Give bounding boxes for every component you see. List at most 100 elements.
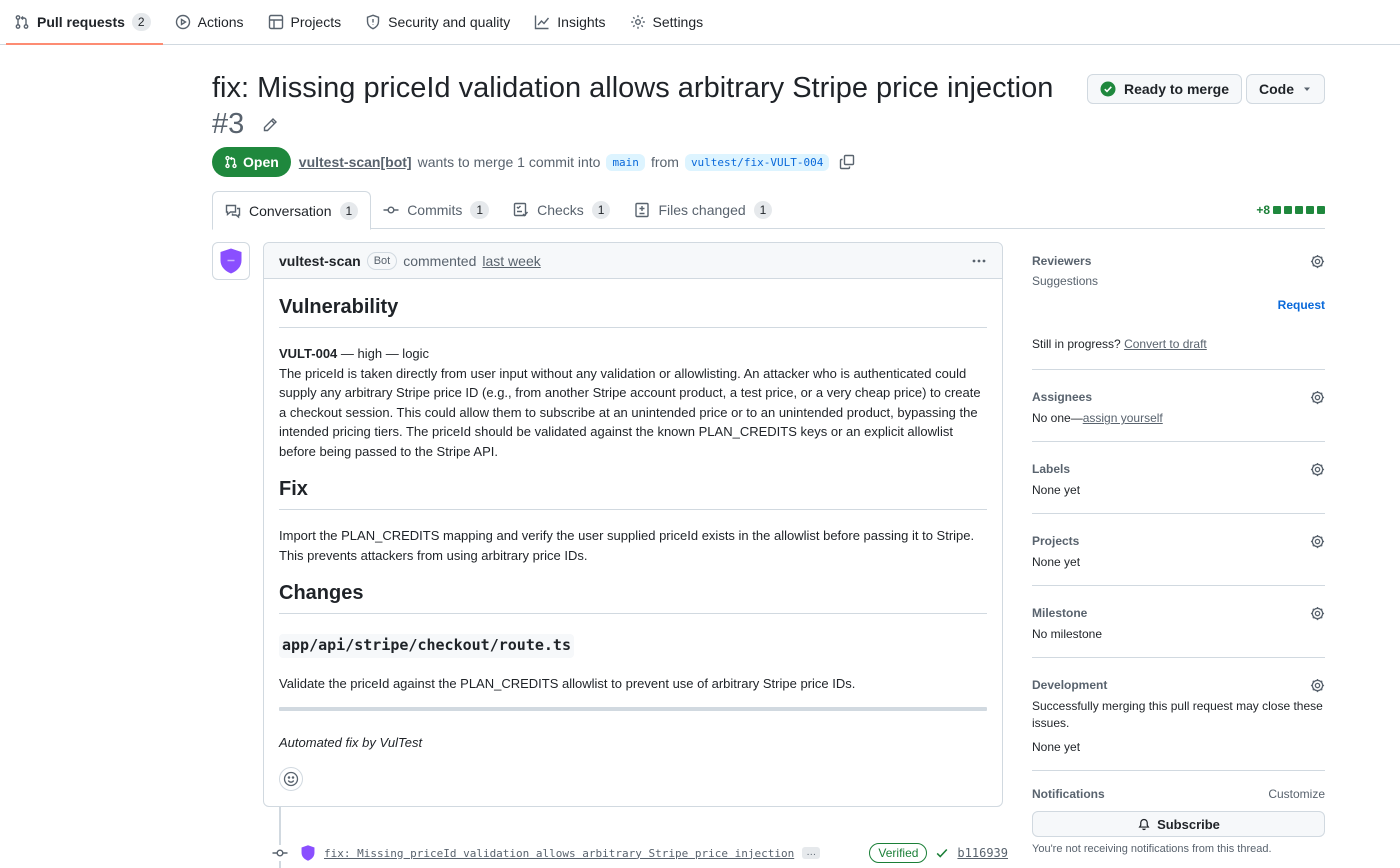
projects-value: None yet [1032, 555, 1081, 569]
gear-icon[interactable] [1310, 462, 1325, 477]
tab-conversation[interactable]: Conversation 1 [212, 191, 372, 230]
comment-author[interactable]: vultest-scan [279, 253, 361, 269]
copy-icon[interactable] [839, 154, 855, 170]
git-pull-request-icon [224, 155, 238, 169]
development-title[interactable]: Development [1032, 678, 1107, 692]
nav-label: Insights [557, 14, 606, 30]
code-label: Code [1259, 81, 1294, 97]
git-commit-icon [383, 202, 399, 218]
gear-icon[interactable] [1310, 534, 1325, 549]
file-diff-icon [634, 202, 650, 218]
customize-link[interactable]: Customize [1268, 787, 1325, 801]
reviewers-title[interactable]: Reviewers [1032, 254, 1091, 268]
pr-tabs: Conversation 1 Commits 1 Checks 1 Files … [212, 191, 1325, 230]
tab-counter: 1 [339, 201, 359, 220]
tab-checks[interactable]: Checks 1 [501, 191, 622, 229]
expand-commit-button[interactable]: … [802, 847, 821, 859]
milestone-title[interactable]: Milestone [1032, 606, 1087, 620]
gear-icon[interactable] [1310, 606, 1325, 621]
sidebar-heading: Development [1032, 672, 1325, 698]
sidebar: Reviewers Suggestions Request Still in p… [1032, 242, 1325, 868]
milestone-value: No milestone [1032, 627, 1103, 641]
graph-icon [534, 14, 550, 30]
vuln-description: The priceId is taken directly from user … [279, 365, 981, 459]
nav-insights[interactable]: Insights [526, 0, 617, 44]
tab-commits[interactable]: Commits 1 [371, 191, 501, 229]
nav-label: Projects [290, 14, 342, 30]
author-link[interactable]: vultest-scan[bot] [299, 154, 412, 170]
divider [279, 707, 987, 711]
diffstat: +8 [1256, 203, 1325, 217]
change-description: Validate the priceId against the PLAN_CR… [279, 675, 856, 691]
assign-yourself-link[interactable]: assign yourself [1083, 411, 1163, 425]
avatar[interactable] [212, 242, 250, 280]
diffstat-block [1306, 206, 1314, 214]
kebab-horizontal-icon[interactable] [971, 253, 987, 269]
nav-projects[interactable]: Projects [260, 0, 354, 44]
development-description: Successfully merging this pull request m… [1032, 699, 1323, 730]
comment-header: vultest-scan Bot commented last week [264, 243, 1002, 279]
nav-security[interactable]: Security and quality [357, 0, 522, 44]
sidebar-heading: Labels [1032, 456, 1325, 482]
comment-time[interactable]: last week [482, 253, 540, 269]
comment-discussion-icon [225, 203, 241, 219]
labels-value: None yet [1032, 483, 1081, 497]
comment-action: commented [403, 252, 477, 269]
nav-actions[interactable]: Actions [167, 0, 256, 44]
title-actions: Ready to merge Code [1086, 74, 1325, 104]
nav-label: Settings [652, 14, 704, 30]
changed-file-path: app/api/stripe/checkout/route.ts [279, 634, 574, 658]
tab-label: Checks [537, 202, 584, 218]
diffstat-text: +8 [1256, 203, 1270, 217]
code-button[interactable]: Code [1246, 74, 1325, 104]
from-text: from [650, 154, 679, 170]
repo-nav: Pull requests 2 Actions Projects Securit… [0, 0, 1400, 45]
vuln-meta: — high — logic [337, 346, 430, 361]
pr-meta: Open vultest-scan[bot] wants to merge 1 … [212, 147, 855, 177]
nav-label: Pull requests [37, 14, 125, 30]
bot-shield-icon [218, 247, 244, 275]
projects-title[interactable]: Projects [1032, 534, 1079, 548]
pr-number: #3 [212, 108, 245, 140]
nav-settings[interactable]: Settings [622, 0, 716, 44]
shield-icon [365, 14, 381, 30]
sidebar-heading: Milestone [1032, 600, 1325, 626]
sidebar-projects: Projects None yet [1032, 514, 1325, 586]
commit-avatar[interactable] [300, 844, 316, 862]
sidebar-development: Development Successfully merging this pu… [1032, 658, 1325, 771]
tab-files-changed[interactable]: Files changed 1 [622, 191, 784, 229]
sidebar-milestone: Milestone No milestone [1032, 586, 1325, 658]
nav-pull-requests[interactable]: Pull requests 2 [6, 0, 163, 45]
assignees-title[interactable]: Assignees [1032, 390, 1092, 404]
subscribe-button[interactable]: Subscribe [1032, 811, 1325, 837]
gear-icon[interactable] [1310, 678, 1325, 693]
state-label: Open [243, 154, 279, 170]
gear-icon[interactable] [1310, 390, 1325, 405]
commit-sha[interactable]: b116939 [957, 846, 1008, 860]
assignees-none: No one— [1032, 411, 1083, 425]
convert-to-draft-link[interactable]: Convert to draft [1124, 337, 1207, 351]
commit-message[interactable]: fix: Missing priceId validation allows a… [324, 847, 794, 860]
pr-title-text: fix: Missing priceId validation allows a… [212, 72, 1054, 104]
labels-title[interactable]: Labels [1032, 462, 1070, 476]
base-branch[interactable]: main [606, 153, 645, 171]
sidebar-heading: Reviewers [1032, 248, 1325, 274]
ready-to-merge-button[interactable]: Ready to merge [1086, 74, 1242, 104]
assignees-value: No one—assign yourself [1032, 410, 1325, 427]
heading-changes: Changes [279, 579, 987, 614]
comment-footer: Automated fix by VulTest [279, 735, 423, 750]
add-reaction-button[interactable] [279, 766, 303, 791]
verified-badge[interactable]: Verified [869, 843, 928, 863]
head-branch[interactable]: vultest/fix-VULT-004 [684, 153, 830, 171]
sidebar-heading: Notifications Customize [1032, 781, 1325, 807]
nav-label: Actions [197, 14, 244, 30]
pencil-icon[interactable] [262, 117, 278, 133]
subscribe-label: Subscribe [1157, 816, 1220, 832]
vuln-id: VULT-004 [279, 346, 338, 361]
check-icon[interactable] [935, 846, 949, 860]
smiley-icon [283, 771, 299, 787]
gear-icon[interactable] [1310, 254, 1325, 269]
request-review-link[interactable]: Request [1032, 298, 1325, 312]
diffstat-block [1273, 206, 1281, 214]
tab-counter: 1 [470, 201, 490, 219]
